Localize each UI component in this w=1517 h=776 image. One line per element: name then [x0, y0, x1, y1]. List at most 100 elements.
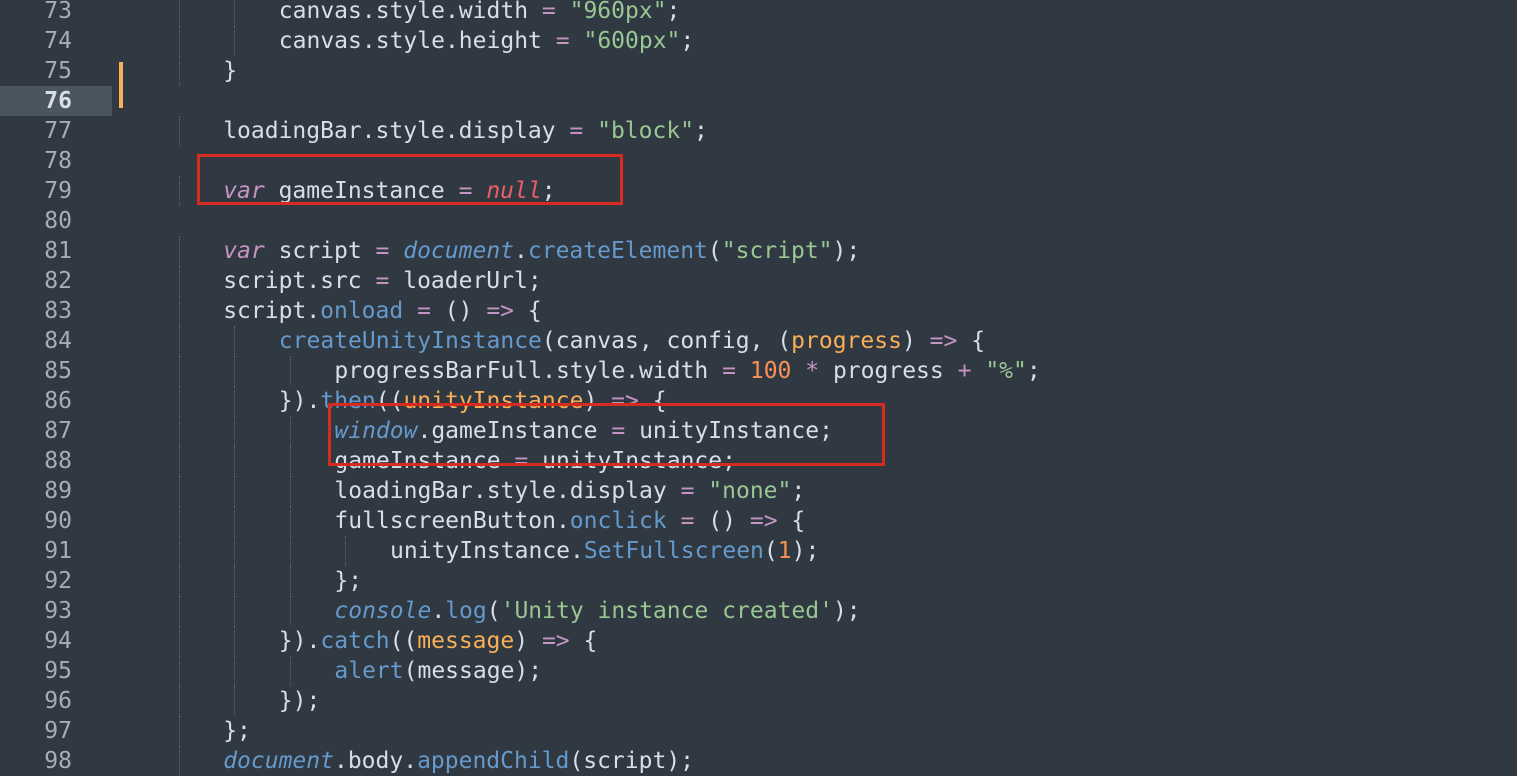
code-token: 'Unity instance created' [500, 598, 833, 624]
indent-guide [178, 416, 180, 446]
code-token: { [777, 508, 806, 534]
code-text[interactable]: var gameInstance = null; [223, 176, 555, 206]
code-token: = [514, 448, 529, 474]
code-token: catch [320, 628, 390, 654]
code-text[interactable]: }; [334, 566, 362, 596]
code-token: ; [1026, 358, 1041, 384]
code-token: = [569, 118, 584, 144]
code-line-87[interactable]: 87 window.gameInstance = unityInstance; [0, 416, 1517, 446]
code-text[interactable]: unityInstance.SetFullscreen(1); [390, 536, 819, 566]
code-text[interactable]: document.body.appendChild(script); [223, 746, 694, 776]
code-line-75[interactable]: 75} [0, 56, 1517, 86]
code-line-96[interactable]: 96}); [0, 686, 1517, 716]
code-line-74[interactable]: 74 canvas.style.height = "600px"; [0, 26, 1517, 56]
code-line-92[interactable]: 92}; [0, 566, 1517, 596]
line-number: 74 [44, 28, 72, 54]
code-text[interactable]: progressBarFull.style.width = 100 * prog… [334, 356, 1040, 386]
indent-guide [178, 476, 180, 506]
code-editor[interactable]: 73 canvas.style.width = "960px"; 74 canvas.… [0, 0, 1517, 776]
line-number: 85 [44, 358, 72, 384]
line-number: 78 [44, 148, 72, 174]
code-line-88[interactable]: 88 gameInstance = unityInstance; [0, 446, 1517, 476]
code-token: "960px" [555, 0, 667, 24]
line-number: 76 [44, 88, 72, 114]
indent-guide [178, 746, 180, 776]
indent-guide [234, 506, 236, 536]
indent-guide [234, 626, 236, 656]
code-line-98[interactable]: 98 document.body.appendChild(script); [0, 746, 1517, 776]
code-text[interactable]: }).catch((message) => { [279, 626, 598, 656]
code-text[interactable]: }; [223, 716, 251, 746]
indent-guide [178, 536, 180, 566]
code-token: message [417, 628, 515, 654]
code-token: }); [278, 688, 321, 714]
code-text[interactable]: alert(message); [334, 656, 542, 686]
code-line-93[interactable]: 93 console.log('Unity instance created'); [0, 596, 1517, 626]
code-line-76[interactable]: 76 [0, 86, 1517, 116]
code-token: ); [832, 598, 861, 624]
code-line-77[interactable]: 77 loadingBar.style.display = "block"; [0, 116, 1517, 146]
code-token: = [611, 418, 626, 444]
code-line-91[interactable]: 91 unityInstance.SetFullscreen(1); [0, 536, 1517, 566]
code-token: script.src [223, 268, 376, 294]
indent-guide [178, 446, 180, 476]
code-token: { [957, 328, 986, 354]
code-line-90[interactable]: 90 fullscreenButton.onclick = () => { [0, 506, 1517, 536]
code-token: progress [819, 358, 958, 384]
code-text[interactable]: window.gameInstance = unityInstance; [334, 416, 833, 446]
code-line-94[interactable]: 94}).catch((message) => { [0, 626, 1517, 656]
code-line-89[interactable]: 89 loadingBar.style.display = "none"; [0, 476, 1517, 506]
code-token: 1 [777, 538, 792, 564]
code-token: = [417, 298, 431, 324]
code-line-80[interactable]: 80 [0, 206, 1517, 236]
code-line-83[interactable]: 83 script.onload = () => { [0, 296, 1517, 326]
code-token: createElement [527, 238, 708, 264]
indent-guide [289, 506, 291, 536]
code-text[interactable]: console.log('Unity instance created'); [334, 596, 860, 626]
code-text[interactable]: createUnityInstance(canvas, config, (pro… [279, 326, 985, 356]
code-line-85[interactable]: 85 progressBarFull.style.width = 100 * pr… [0, 356, 1517, 386]
line-number: 90 [44, 508, 72, 534]
code-text[interactable]: }).then((unityInstance) => { [279, 386, 667, 416]
code-text[interactable]: script.src = loaderUrl; [223, 266, 542, 296]
code-line-79[interactable]: 79 var gameInstance = null; [0, 176, 1517, 206]
indent-guide [178, 326, 180, 356]
code-line-81[interactable]: 81 var script = document.createElement("s… [0, 236, 1517, 266]
code-token: (script); [569, 748, 695, 774]
code-line-97[interactable]: 97}; [0, 716, 1517, 746]
code-token: () [694, 508, 750, 534]
code-text[interactable]: var script = document.createElement("scr… [223, 236, 860, 266]
code-text[interactable]: }); [279, 686, 321, 716]
line-number: 95 [44, 658, 72, 684]
code-token: = [375, 238, 390, 264]
code-line-78[interactable]: 78 [0, 146, 1517, 176]
code-line-95[interactable]: 95 alert(message); [0, 656, 1517, 686]
indent-guide [289, 656, 291, 686]
line-number: 82 [44, 268, 72, 294]
line-number: 89 [44, 478, 72, 504]
code-text[interactable]: canvas.style.width = "960px"; [279, 0, 681, 26]
code-text[interactable]: fullscreenButton.onclick = () => { [334, 506, 805, 536]
indent-guide [289, 356, 291, 386]
code-line-84[interactable]: 84 createUnityInstance(canvas, config, (p… [0, 326, 1517, 356]
line-number: 79 [44, 178, 72, 204]
code-line-73[interactable]: 73 canvas.style.width = "960px"; [0, 0, 1517, 26]
indent-guide [178, 686, 180, 716]
code-text[interactable]: loadingBar.style.display = "block"; [223, 116, 708, 146]
code-text[interactable]: loadingBar.style.display = "none"; [334, 476, 805, 506]
code-text[interactable]: gameInstance = unityInstance; [334, 446, 736, 476]
code-token: loadingBar.style.display [334, 478, 681, 504]
code-token: { [514, 298, 542, 324]
code-text[interactable]: canvas.style.height = "600px"; [279, 26, 694, 56]
code-text[interactable]: } [223, 56, 237, 86]
code-token: }). [278, 628, 321, 654]
indent-guide [178, 266, 180, 296]
code-line-86[interactable]: 86}).then((unityInstance) => { [0, 386, 1517, 416]
code-line-82[interactable]: 82 script.src = loaderUrl; [0, 266, 1517, 296]
code-text[interactable]: script.onload = () => { [223, 296, 542, 326]
line-number: 83 [44, 298, 72, 324]
code-token: log [445, 598, 487, 624]
